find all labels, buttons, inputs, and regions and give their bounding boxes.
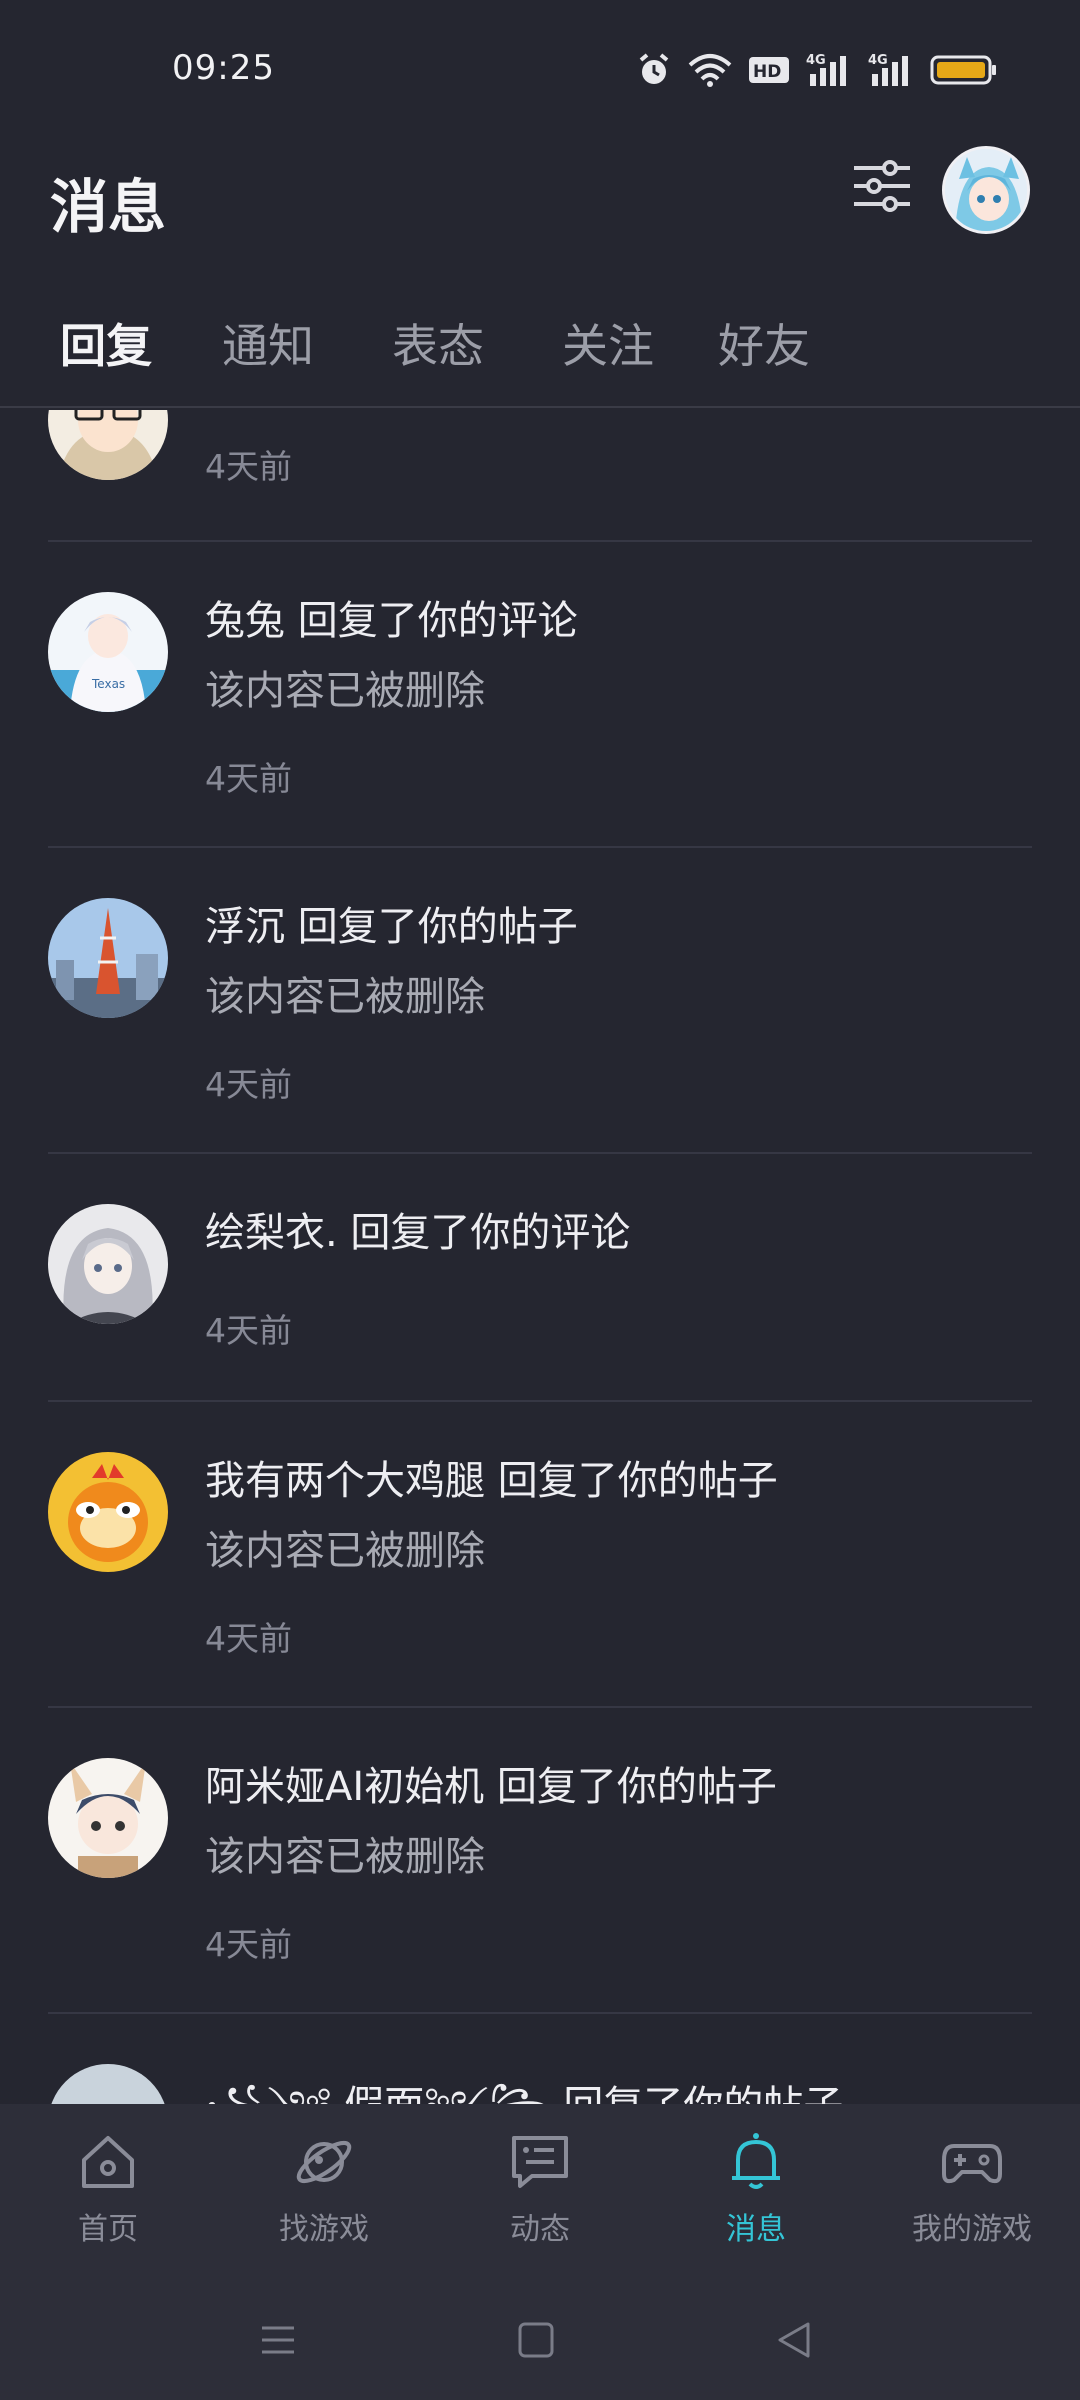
status-time: 09:25 (172, 48, 275, 88)
sliders-icon (854, 160, 910, 212)
message-list: 4天前 Texas 兔兔 回复了你的评论 该内容已被删除 4天前 浮沉 回复了你… (0, 410, 1080, 2104)
message-title: 兔兔 回复了你的评论 (205, 598, 578, 644)
list-item[interactable]: 我有两个大鸡腿 回复了你的帖子 该内容已被删除 4天前 (48, 1402, 1032, 1708)
planet-icon (296, 2140, 352, 2184)
message-tabs: 回复 通知 表态 关注 好友 (0, 300, 1080, 408)
svg-text:Texas: Texas (91, 677, 125, 691)
avatar[interactable] (48, 898, 168, 1018)
status-icons: HD 4G 4G (636, 50, 998, 90)
chat-bubble-icon (512, 2136, 568, 2188)
message-title: 阿米娅AI初始机 回复了你的帖子 (205, 1764, 777, 1810)
net-label: 4G (868, 53, 888, 68)
tab-notification[interactable]: 通知 (222, 310, 314, 376)
list-item[interactable]: ꧁༺ 假面༻꧂ 回复了你的帖子 (48, 2014, 1032, 2104)
bell-icon (732, 2133, 780, 2189)
nav-label: 我的游戏 (912, 2212, 1032, 2247)
message-time: 4天前 (205, 759, 292, 798)
home-icon (82, 2136, 134, 2188)
avatar[interactable] (48, 1758, 168, 1878)
list-item[interactable]: 4天前 (48, 410, 1032, 542)
message-time: 4天前 (205, 1925, 292, 1964)
home-button[interactable] (506, 2310, 566, 2370)
gamepad-icon (942, 2144, 1002, 2184)
list-item[interactable]: 绘梨衣. 回复了你的评论 4天前 (48, 1154, 1032, 1402)
message-content: 该内容已被删除 (205, 1834, 485, 1880)
bottom-navigation: 首页 找游戏 动态 消息 我的游戏 (0, 2104, 1080, 2280)
avatar[interactable] (48, 2064, 168, 2104)
nav-home[interactable]: 首页 (18, 2130, 198, 2260)
wifi-icon (688, 54, 732, 87)
message-title: ꧁༺ 假面༻꧂ 回复了你的帖子 (205, 2060, 843, 2104)
nav-label: 首页 (78, 2212, 138, 2247)
nav-feed[interactable]: 动态 (450, 2130, 630, 2260)
nav-find-games[interactable]: 找游戏 (234, 2130, 414, 2260)
hd-label: HD (753, 62, 781, 82)
message-time: 4天前 (205, 1065, 292, 1104)
avatar[interactable] (48, 1204, 168, 1324)
message-time: 4天前 (205, 1311, 292, 1350)
back-triangle-icon (778, 2322, 810, 2358)
message-title: 绘梨衣. 回复了你的评论 (205, 1210, 631, 1256)
square-icon (518, 2322, 554, 2358)
list-item[interactable]: 阿米娅AI初始机 回复了你的帖子 该内容已被删除 4天前 (48, 1708, 1032, 2014)
message-content: 该内容已被删除 (205, 974, 485, 1020)
tab-reaction[interactable]: 表态 (392, 310, 484, 376)
back-button[interactable] (764, 2310, 824, 2370)
nav-label: 消息 (726, 2212, 786, 2247)
battery-icon (930, 55, 996, 85)
message-title: 浮沉 回复了你的帖子 (205, 904, 578, 950)
nav-my-games[interactable]: 我的游戏 (882, 2130, 1062, 2260)
status-bar: 09:25 HD 4G 4G (0, 0, 1080, 140)
header: 消息 (0, 140, 1080, 260)
message-time: 4天前 (205, 1619, 292, 1658)
list-item[interactable]: Texas 兔兔 回复了你的评论 该内容已被删除 4天前 (48, 542, 1032, 848)
system-navigation-bar (0, 2280, 1080, 2400)
avatar[interactable] (48, 1452, 168, 1572)
nav-label: 找游戏 (279, 2212, 369, 2247)
user-avatar[interactable] (942, 146, 1030, 234)
list-item[interactable]: 浮沉 回复了你的帖子 该内容已被删除 4天前 (48, 848, 1032, 1154)
avatar[interactable]: Texas (48, 592, 168, 712)
tab-follow[interactable]: 关注 (562, 310, 654, 376)
message-title: 我有两个大鸡腿 回复了你的帖子 (205, 1458, 778, 1504)
avatar[interactable] (48, 410, 168, 480)
message-content: 该内容已被删除 (205, 1528, 485, 1574)
message-content: 该内容已被删除 (205, 668, 485, 714)
tab-reply[interactable]: 回复 (60, 310, 152, 376)
menu-icon (262, 2326, 294, 2354)
signal-4g-icon: 4G (868, 53, 908, 86)
net-label: 4G (806, 53, 826, 68)
nav-label: 动态 (510, 2212, 570, 2247)
signal-4g-icon: 4G (806, 53, 846, 86)
filter-button[interactable] (850, 154, 914, 218)
message-time: 4天前 (205, 447, 292, 486)
hd-icon: HD (749, 57, 789, 83)
nav-messages[interactable]: 消息 (666, 2130, 846, 2260)
page-title: 消息 (50, 173, 167, 241)
tab-friends[interactable]: 好友 (718, 310, 810, 376)
alarm-icon (639, 53, 669, 84)
recents-button[interactable] (248, 2310, 308, 2370)
